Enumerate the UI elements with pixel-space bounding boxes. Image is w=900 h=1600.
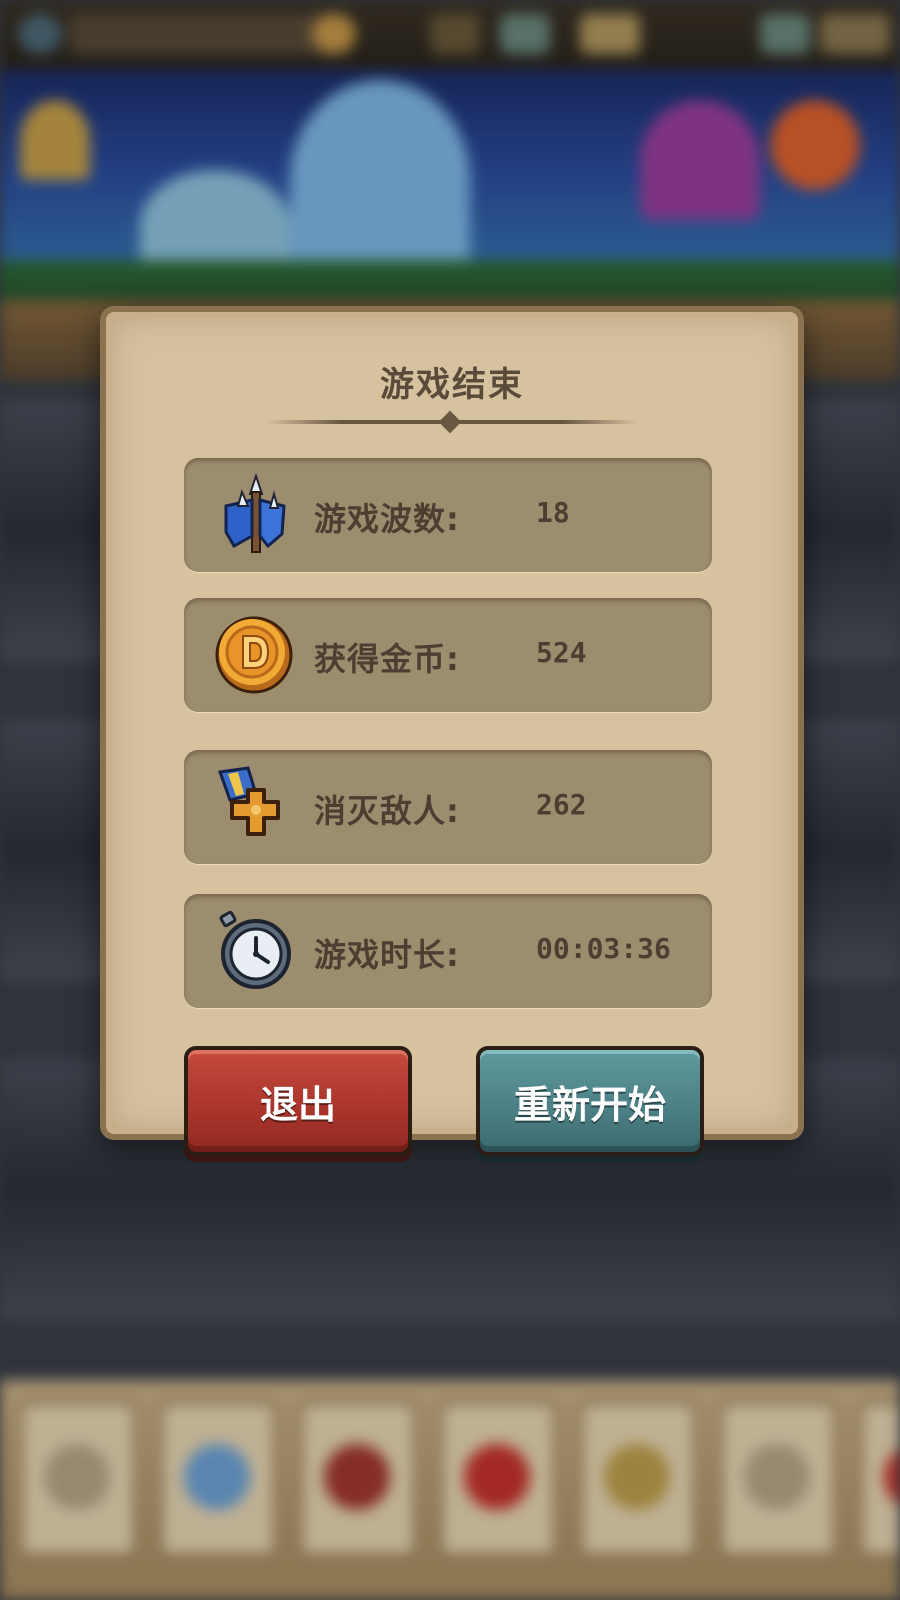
stat-row-gold: 获得金币: 524 — [184, 598, 712, 712]
stat-row-kills: 消灭敌人: 262 — [184, 750, 712, 864]
medal-icon — [217, 766, 280, 836]
stat-label: 消灭敌人: — [314, 792, 460, 830]
stat-value: 524 — [536, 636, 587, 669]
stat-row-time: 游戏时长: 00:03:36 — [184, 894, 712, 1008]
stat-label: 获得金币: — [314, 640, 460, 678]
exit-button[interactable]: 退出 — [184, 1046, 412, 1156]
stat-label: 游戏时长: — [314, 936, 460, 974]
dialog-title: 游戏结束 — [380, 365, 524, 405]
stat-label: 游戏波数: — [314, 500, 460, 538]
stat-row-waves: 游戏波数: 18 — [184, 458, 712, 572]
stopwatch-icon — [219, 910, 291, 989]
stat-value: 18 — [536, 496, 570, 529]
game-over-dialog: 游戏结束 游戏波数: 18 获得金币: 524 消灭敌人: 262 游戏时长: … — [100, 306, 804, 1140]
gold-coin-icon — [215, 616, 293, 694]
restart-button[interactable]: 重新开始 — [476, 1046, 704, 1156]
stat-value: 00:03:36 — [536, 932, 671, 965]
divider-ornament — [438, 410, 462, 434]
blue-flags-icon — [224, 472, 286, 553]
stat-value: 262 — [536, 788, 587, 821]
